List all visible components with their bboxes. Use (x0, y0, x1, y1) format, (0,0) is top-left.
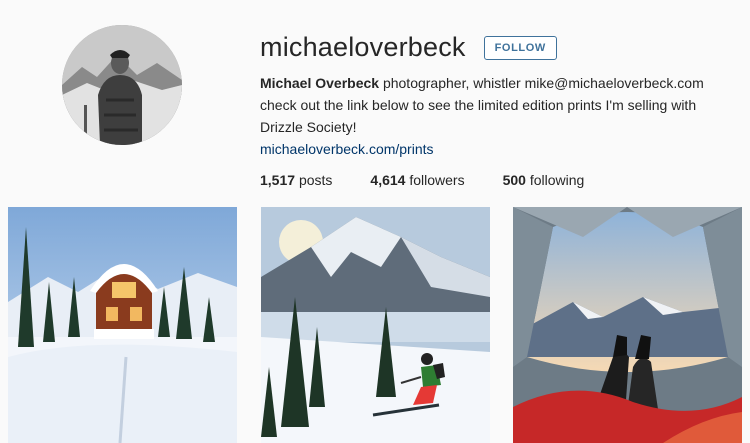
username: michaeloverbeck (260, 31, 466, 62)
following-label: following (529, 172, 585, 188)
bio: Michael Overbeck photographer, whistler … (260, 72, 730, 160)
full-name: Michael Overbeck (260, 75, 380, 91)
photo-tile[interactable] (8, 207, 237, 443)
profile-stats: 1,517 posts 4,614 followers 500 followin… (260, 172, 730, 188)
posts-label: posts (298, 172, 333, 188)
posts-count: 1,517 (260, 172, 296, 188)
tent-view-photo (513, 207, 742, 443)
profile-info: michaeloverbeck FOLLOW Michael Overbeck … (260, 30, 730, 189)
following-stat[interactable]: 500 following (503, 172, 585, 188)
avatar-photo (62, 25, 182, 145)
photo-tile[interactable] (261, 207, 490, 443)
skier-photo (261, 207, 490, 443)
posts-stat: 1,517 posts (260, 172, 332, 188)
username-row: michaeloverbeck FOLLOW (260, 30, 730, 64)
followers-stat[interactable]: 4,614 followers (370, 172, 464, 188)
profile-avatar[interactable] (62, 25, 182, 145)
cabin-photo (8, 207, 237, 443)
followers-label: followers (409, 172, 465, 188)
bio-link[interactable]: michaeloverbeck.com/prints (260, 141, 434, 157)
followers-count: 4,614 (370, 172, 406, 188)
photo-tile[interactable] (513, 207, 742, 443)
following-count: 500 (502, 172, 526, 188)
follow-button[interactable]: FOLLOW (483, 36, 557, 60)
